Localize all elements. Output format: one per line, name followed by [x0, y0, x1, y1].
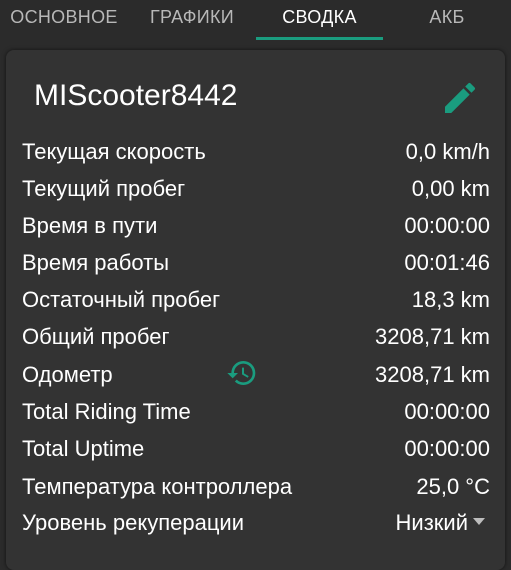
stat-row-remaining-range: Остаточный пробег 18,3 km [22, 280, 490, 317]
stat-value: 3208,71 km [375, 324, 490, 349]
stat-value: 25,0 °C [416, 474, 490, 499]
stat-label: Общий пробег [22, 324, 170, 349]
stat-label: Температура контроллера [22, 474, 293, 499]
stat-row-total-uptime: Total Uptime 00:00:00 [22, 429, 490, 466]
tab-summary[interactable]: СВОДКА [256, 0, 383, 40]
tab-bar: ОСНОВНОЕ ГРАФИКИ СВОДКА АКБ [0, 0, 511, 40]
stat-label: Текущая скорость [22, 139, 206, 164]
stat-value: 00:01:46 [404, 250, 490, 275]
tab-main[interactable]: ОСНОВНОЕ [0, 0, 128, 40]
stat-value: 0,0 km/h [405, 139, 490, 164]
stat-row-controller-temperature: Температура контроллера 25,0 °C [22, 467, 490, 504]
history-icon[interactable] [226, 357, 258, 389]
stat-value: 3208,71 km [375, 362, 490, 387]
active-tab-indicator [256, 37, 383, 40]
stat-value: 00:00:00 [404, 399, 490, 424]
stat-value: 18,3 km [411, 287, 490, 312]
tab-battery[interactable]: АКБ [383, 0, 511, 40]
pencil-icon[interactable] [440, 78, 480, 118]
stat-row-total-riding-time: Total Riding Time 00:00:00 [22, 392, 490, 429]
stat-label: Время работы [22, 250, 170, 275]
stat-row-ride-time: Время в пути 00:00:00 [22, 206, 490, 243]
stat-label: Уровень рекуперации [22, 510, 244, 535]
device-name: MIScooter8442 [34, 79, 238, 112]
stat-row-current-trip: Текущий пробег 0,00 km [22, 169, 490, 206]
stat-label: Текущий пробег [22, 176, 186, 201]
stat-label: Total Uptime [22, 436, 145, 461]
stat-label: Остаточный пробег [22, 287, 221, 312]
stat-label: Время в пути [22, 213, 158, 238]
tab-charts[interactable]: ГРАФИКИ [128, 0, 256, 40]
stat-row-uptime: Время работы 00:01:46 [22, 243, 490, 280]
stat-row-current-speed: Текущая скорость 0,0 km/h [22, 132, 490, 169]
stat-label: Одометр [22, 362, 113, 387]
stat-row-regen-level[interactable]: Уровень рекуперации Низкий [22, 503, 490, 540]
stat-value: 00:00:00 [404, 436, 490, 461]
regen-level-select[interactable]: Низкий [396, 510, 468, 536]
stat-value: 00:00:00 [404, 213, 490, 238]
stat-label: Total Riding Time [22, 399, 191, 424]
stat-value: 0,00 km [411, 176, 490, 201]
dropdown-arrow-icon[interactable] [472, 517, 486, 527]
stat-row-total-mileage: Общий пробег 3208,71 km [22, 317, 490, 354]
